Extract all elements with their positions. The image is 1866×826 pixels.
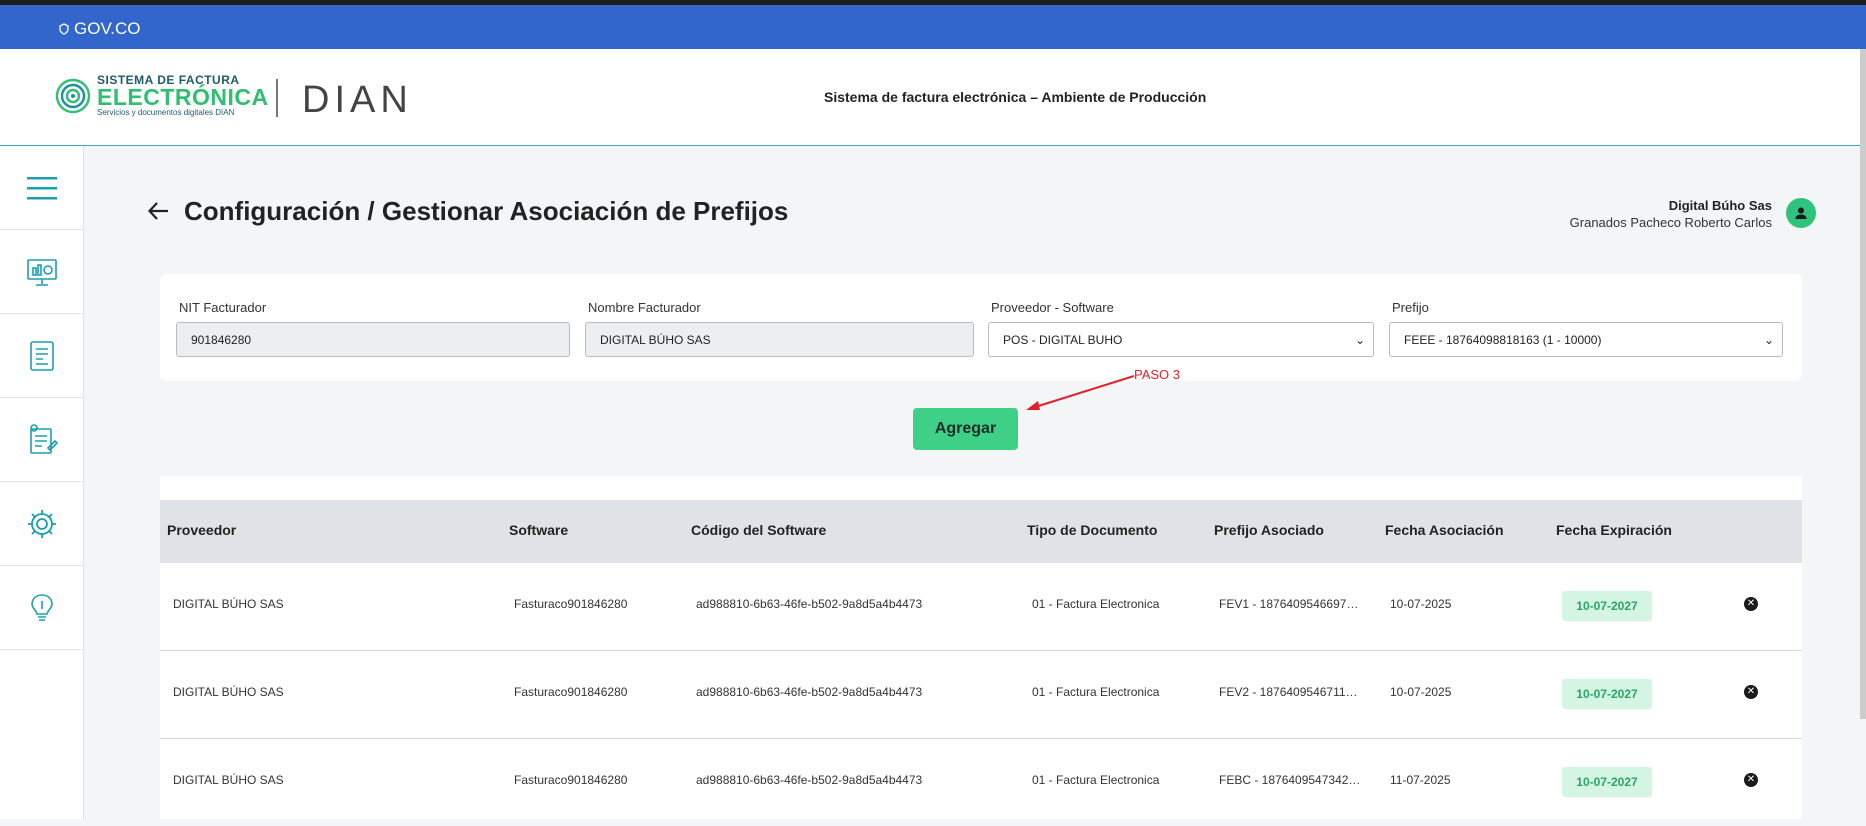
proveedor-label: Proveedor - Software xyxy=(991,300,1114,315)
table-row: DIGITAL BÚHO SAS Fasturaco901846280 ad98… xyxy=(160,739,1802,826)
cell-tipo: 01 - Factura Electronica xyxy=(1032,685,1160,699)
cell-prefijo: FEV2 - 1876409546711… xyxy=(1219,685,1358,699)
gov-bar: GOV.CO xyxy=(0,5,1866,49)
prefijo-field-group: Prefijo FEEE - 18764098818163 (1 - 10000… xyxy=(1389,300,1783,357)
cell-codigo: ad988810-6b63-46fe-b502-9a8d5a4b4473 xyxy=(696,773,923,787)
gov-shield-icon xyxy=(59,23,69,35)
sidebar xyxy=(0,146,84,819)
cell-tipo: 01 - Factura Electronica xyxy=(1032,597,1160,611)
logo-line-2: ELECTRÓNICA xyxy=(97,84,269,110)
col-codigo: Código del Software xyxy=(691,522,827,538)
cell-fecha-asociacion: 11-07-2025 xyxy=(1390,773,1451,787)
remove-icon[interactable]: ✕ xyxy=(1744,773,1758,787)
proveedor-select[interactable]: POS - DIGITAL BUHO ⌄ xyxy=(988,322,1374,357)
col-prefijo: Prefijo Asociado xyxy=(1214,522,1324,538)
cell-proveedor: DIGITAL BÚHO SAS xyxy=(173,773,284,787)
nit-label: NIT Facturador xyxy=(179,300,267,315)
sidebar-item-reports[interactable] xyxy=(0,398,83,482)
nombre-field-group: Nombre Facturador DIGITAL BÚHO SAS xyxy=(585,300,974,357)
back-arrow-icon xyxy=(147,202,168,220)
user-icon xyxy=(1795,207,1807,219)
nit-field[interactable]: 901846280 xyxy=(176,322,570,357)
chevron-down-icon: ⌄ xyxy=(1763,333,1774,347)
cell-prefijo: FEV1 - 1876409546697… xyxy=(1219,597,1359,611)
cell-software: Fasturaco901846280 xyxy=(514,685,628,699)
col-fecha-expiracion: Fecha Expiración xyxy=(1556,522,1672,538)
filter-form: NIT Facturador 901846280 Nombre Facturad… xyxy=(160,274,1802,381)
help-icon xyxy=(30,593,53,621)
sidebar-item-documents[interactable] xyxy=(0,314,83,398)
user-info: Digital Búho Sas Granados Pacheco Robert… xyxy=(1570,198,1772,230)
expiration-badge: 10-07-2027 xyxy=(1562,591,1652,621)
cell-software: Fasturaco901846280 xyxy=(514,773,628,787)
remove-icon[interactable]: ✕ xyxy=(1744,685,1758,699)
logo-line-3: Servicios y documentos digitales DIAN xyxy=(97,108,235,117)
header-title: Sistema de factura electrónica – Ambient… xyxy=(824,89,1207,105)
annotation-arrow-icon xyxy=(1026,375,1135,410)
table-header: Proveedor Software Código del Software T… xyxy=(160,500,1802,563)
prefix-table: Proveedor Software Código del Software T… xyxy=(160,476,1802,819)
reports-icon xyxy=(29,423,58,454)
cell-fecha-asociacion: 10-07-2025 xyxy=(1390,685,1452,699)
chevron-down-icon: ⌄ xyxy=(1354,333,1365,347)
factura-logo[interactable]: SISTEMA DE FACTURA ELECTRÓNICA Servicios… xyxy=(55,74,269,117)
main-content: Configuración / Gestionar Asociación de … xyxy=(84,146,1866,819)
prefijo-select-value: FEEE - 18764098818163 (1 - 10000) xyxy=(1404,333,1602,347)
table-row: DIGITAL BÚHO SAS Fasturaco901846280 ad98… xyxy=(160,651,1802,739)
cell-prefijo: FEBC - 1876409547342… xyxy=(1219,773,1361,787)
sidebar-item-settings[interactable] xyxy=(0,482,83,566)
cell-fecha-asociacion: 10-07-2025 xyxy=(1390,597,1452,611)
proveedor-select-value: POS - DIGITAL BUHO xyxy=(1003,333,1123,347)
menu-icon xyxy=(26,176,57,199)
nit-field-group: NIT Facturador 901846280 xyxy=(176,300,570,357)
dian-logo[interactable]: DIAN xyxy=(302,79,413,122)
avatar[interactable] xyxy=(1786,198,1816,228)
sidebar-item-help[interactable] xyxy=(0,566,83,650)
fingerprint-logo-icon xyxy=(55,78,91,113)
sidebar-menu-toggle[interactable] xyxy=(0,146,83,230)
agregar-button[interactable]: Agregar xyxy=(913,408,1018,450)
nombre-label: Nombre Facturador xyxy=(588,300,701,315)
col-software: Software xyxy=(509,522,569,538)
dashboard-icon xyxy=(26,258,57,286)
sidebar-item-dashboard[interactable] xyxy=(0,230,83,314)
site-header: SISTEMA DE FACTURA ELECTRÓNICA Servicios… xyxy=(0,49,1866,146)
cell-proveedor: DIGITAL BÚHO SAS xyxy=(173,597,284,611)
back-button[interactable] xyxy=(146,198,172,224)
user-company: Digital Búho Sas xyxy=(1668,198,1772,213)
page-scrollbar[interactable] xyxy=(1860,49,1866,719)
col-fecha-asociacion: Fecha Asociación xyxy=(1385,522,1504,538)
cell-software: Fasturaco901846280 xyxy=(514,597,628,611)
cell-codigo: ad988810-6b63-46fe-b502-9a8d5a4b4473 xyxy=(696,597,923,611)
remove-icon[interactable]: ✕ xyxy=(1744,597,1758,611)
prefijo-select[interactable]: FEEE - 18764098818163 (1 - 10000) ⌄ xyxy=(1389,322,1783,357)
user-name: Granados Pacheco Roberto Carlos xyxy=(1569,215,1772,230)
expiration-badge: 10-07-2027 xyxy=(1562,767,1652,797)
paso-annotation-label: PASO 3 xyxy=(1134,367,1181,382)
proveedor-field-group: Proveedor - Software POS - DIGITAL BUHO … xyxy=(988,300,1374,357)
prefijo-label: Prefijo xyxy=(1392,300,1429,315)
document-icon xyxy=(29,340,54,371)
gov-label: GOV.CO xyxy=(74,19,141,38)
nombre-field[interactable]: DIGITAL BÚHO SAS xyxy=(585,322,974,357)
logo-divider xyxy=(276,79,278,117)
expiration-badge: 10-07-2027 xyxy=(1562,679,1652,709)
cell-proveedor: DIGITAL BÚHO SAS xyxy=(173,685,284,699)
gov-link[interactable]: GOV.CO xyxy=(58,19,140,39)
cell-codigo: ad988810-6b63-46fe-b502-9a8d5a4b4473 xyxy=(696,685,923,699)
col-proveedor: Proveedor xyxy=(167,522,237,538)
settings-icon xyxy=(27,509,56,538)
table-row: DIGITAL BÚHO SAS Fasturaco901846280 ad98… xyxy=(160,563,1802,651)
page-title: Configuración / Gestionar Asociación de … xyxy=(184,196,789,226)
col-tipo: Tipo de Documento xyxy=(1027,522,1158,538)
cell-tipo: 01 - Factura Electronica xyxy=(1032,773,1160,787)
